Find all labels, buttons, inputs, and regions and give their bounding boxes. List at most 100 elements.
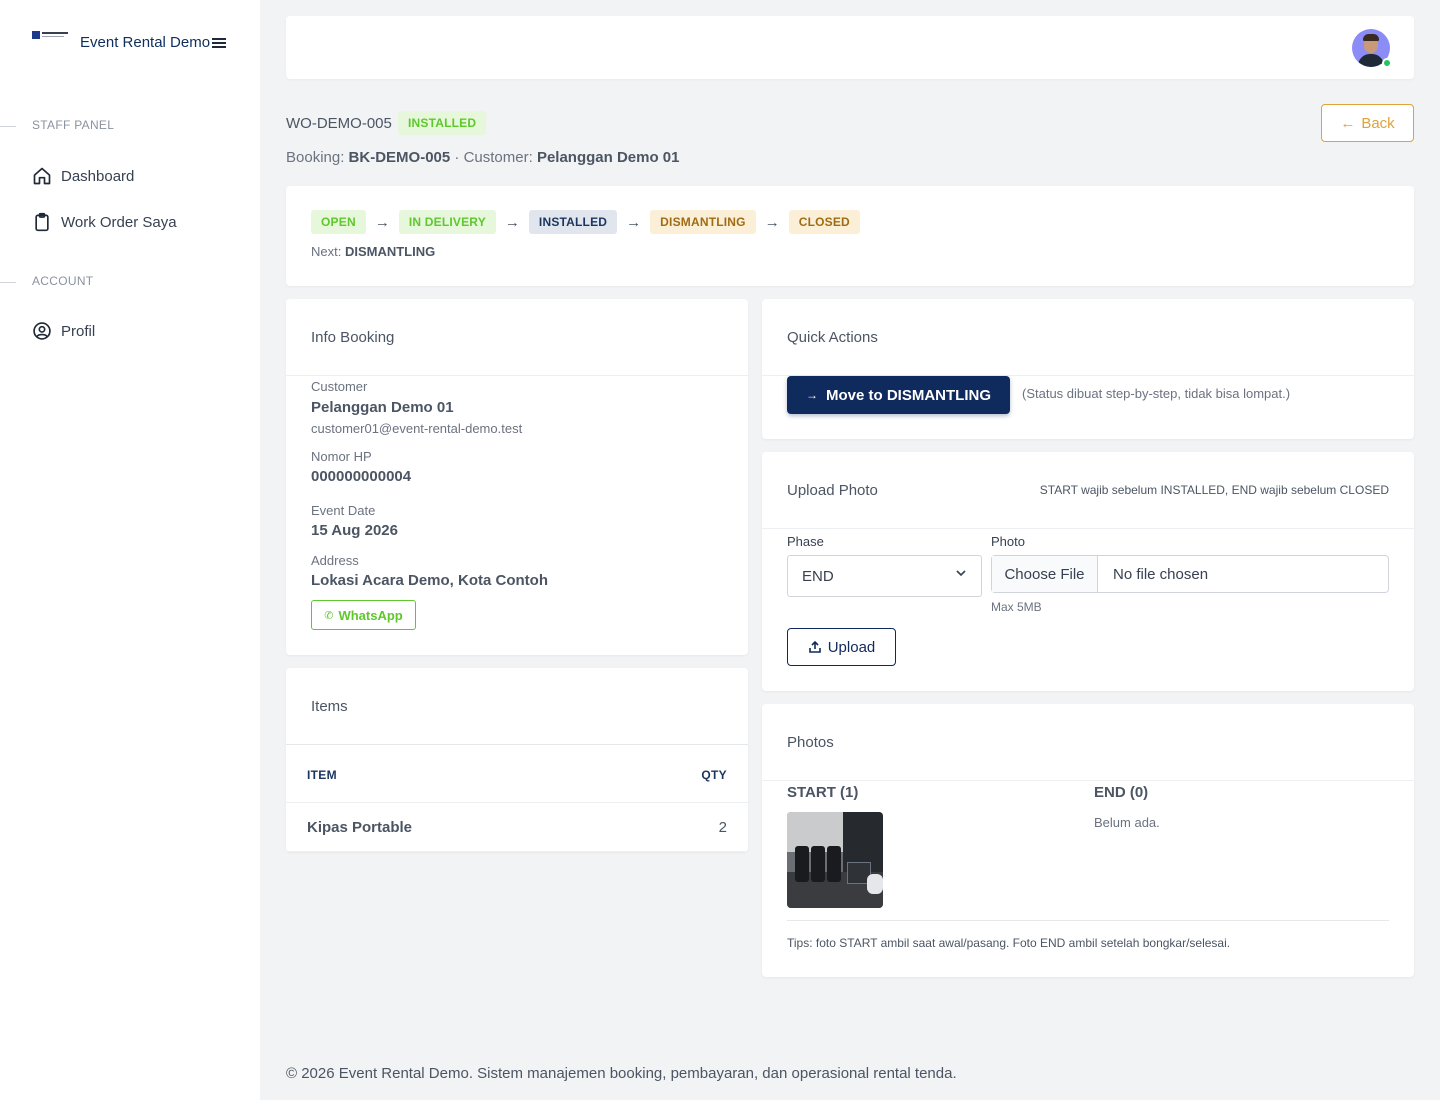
whatsapp-label: WhatsApp (338, 607, 403, 623)
upload-label: Upload (827, 638, 876, 656)
booking-info: Booking: BK-DEMO-005 · Customer: Pelangg… (286, 149, 679, 166)
status-badge: INSTALLED (398, 111, 487, 135)
phase-value: END (802, 568, 834, 585)
sidebar-item-label: Profil (61, 322, 96, 340)
user-circle-icon (33, 322, 51, 340)
end-photos-title: END (0) (1094, 784, 1149, 801)
quick-actions-note: (Status dibuat step-by-step, tidak bisa … (1022, 386, 1291, 401)
footer-text: © 2026 Event Rental Demo. Sistem manajem… (286, 1065, 957, 1082)
photo-file-input[interactable]: Choose File No file chosen (991, 555, 1389, 593)
card-divider (762, 780, 1414, 781)
card-divider (286, 744, 748, 745)
whatsapp-icon: ✆ (324, 609, 334, 622)
table-divider (286, 851, 748, 852)
card-title: Items (311, 698, 348, 715)
phase-label: Phase (787, 534, 824, 549)
table-divider (286, 802, 748, 803)
section-divider (0, 282, 16, 283)
address-value: Lokasi Acara Demo, Kota Contoh (311, 572, 548, 589)
brand-name: Event Rental Demo (80, 34, 211, 51)
status-flow-card: OPEN → IN DELIVERY → INSTALLED → DISMANT… (286, 186, 1414, 286)
start-photo-thumbnail[interactable] (787, 812, 883, 908)
event-date-label: Event Date (311, 503, 376, 518)
photos-card: Photos START (1) END (0) Belum ada. Tips… (762, 704, 1414, 977)
booking-label: Booking: (286, 149, 345, 166)
upload-requirement-note: START wajib sebelum INSTALLED, END wajib… (1039, 483, 1389, 497)
flow-step-installed: INSTALLED (528, 210, 618, 234)
photos-divider (787, 920, 1389, 921)
page-title: WO-DEMO-005 (286, 115, 392, 132)
sidebar-item-profil[interactable]: Profil (32, 321, 95, 341)
upload-photo-card: Upload Photo START wajib sebelum INSTALL… (762, 452, 1414, 691)
online-status-dot (1382, 58, 1392, 68)
customer-name: Pelanggan Demo 01 (311, 399, 454, 416)
next-label: Next: (311, 244, 342, 259)
flow-step-in-delivery: IN DELIVERY (398, 210, 496, 234)
card-divider (286, 375, 748, 376)
section-label-staff: STAFF PANEL (32, 118, 115, 132)
chevron-down-icon (956, 570, 966, 577)
flow-arrow: → (764, 213, 780, 231)
hamburger-menu-icon[interactable] (212, 38, 226, 50)
section-divider (0, 126, 16, 127)
move-to-dismantling-button[interactable]: → Move to DISMANTLING (787, 376, 1010, 414)
customer-name: Pelanggan Demo 01 (536, 149, 680, 166)
card-title: Quick Actions (787, 329, 878, 346)
flow-step-open: OPEN (311, 210, 366, 234)
column-header-item: ITEM (307, 768, 337, 782)
sidebar-item-work-order[interactable]: Work Order Saya (32, 212, 177, 232)
booking-code: BK-DEMO-005 (348, 149, 451, 166)
flow-step-closed: CLOSED (788, 210, 860, 234)
status-flow: OPEN → IN DELIVERY → INSTALLED → DISMANT… (311, 210, 860, 234)
item-qty: 2 (718, 819, 727, 836)
choose-file-button[interactable]: Choose File (992, 556, 1098, 592)
phone-value: 000000000004 (311, 468, 412, 485)
flow-arrow: → (504, 213, 520, 231)
upload-icon (808, 640, 821, 653)
arrow-right-icon: → (806, 388, 818, 402)
event-date-value: 15 Aug 2026 (311, 522, 398, 539)
brand-logo (32, 30, 68, 42)
section-label-account: ACCOUNT (32, 274, 94, 288)
arrow-left-icon: ← (1340, 114, 1356, 132)
sidebar-item-dashboard[interactable]: Dashboard (32, 166, 134, 186)
upload-button[interactable]: Upload (787, 628, 896, 666)
move-label: Move to DISMANTLING (826, 386, 991, 404)
quick-actions-card: Quick Actions → Move to DISMANTLING (Sta… (762, 299, 1414, 439)
flow-arrow: → (626, 213, 642, 231)
back-label: Back (1361, 114, 1395, 132)
photos-tips: Tips: foto START ambil saat awal/pasang.… (787, 936, 1231, 950)
phone-label: Nomor HP (311, 449, 372, 464)
sidebar: Event Rental Demo STAFF PANEL Dashboard … (0, 0, 260, 1100)
column-header-qty: QTY (701, 768, 727, 782)
whatsapp-button[interactable]: ✆ WhatsApp (311, 600, 416, 630)
card-title: Photos (787, 734, 834, 751)
card-title: Info Booking (311, 329, 395, 346)
back-button[interactable]: ← Back (1321, 104, 1414, 142)
customer-email: customer01@event-rental-demo.test (311, 421, 523, 436)
file-status: No file chosen (1113, 565, 1209, 583)
brand[interactable]: Event Rental Demo (32, 30, 210, 51)
item-name: Kipas Portable (307, 819, 413, 836)
customer-label: · Customer: (454, 149, 533, 166)
phase-select[interactable]: END (787, 555, 982, 597)
start-photos-title: START (1) (787, 784, 859, 801)
info-booking-card: Info Booking Customer Pelanggan Demo 01 … (286, 299, 748, 655)
card-divider (762, 528, 1414, 529)
flow-arrow: → (374, 213, 390, 231)
card-title: Upload Photo (787, 482, 878, 499)
photo-label: Photo (991, 534, 1025, 549)
sidebar-item-label: Dashboard (61, 167, 135, 185)
flow-step-dismantling: DISMANTLING (650, 210, 756, 234)
next-value: DISMANTLING (344, 244, 436, 259)
home-icon (33, 167, 51, 185)
customer-label: Customer (311, 379, 368, 394)
sidebar-item-label: Work Order Saya (61, 213, 177, 231)
topbar (286, 16, 1414, 79)
items-card: Items ITEM QTY Kipas Portable 2 (286, 668, 748, 852)
end-photos-empty: Belum ada. (1094, 815, 1160, 830)
next-status: Next: DISMANTLING (311, 244, 435, 259)
max-size-note: Max 5MB (991, 600, 1042, 614)
clipboard-icon (35, 212, 49, 232)
address-label: Address (311, 553, 359, 568)
